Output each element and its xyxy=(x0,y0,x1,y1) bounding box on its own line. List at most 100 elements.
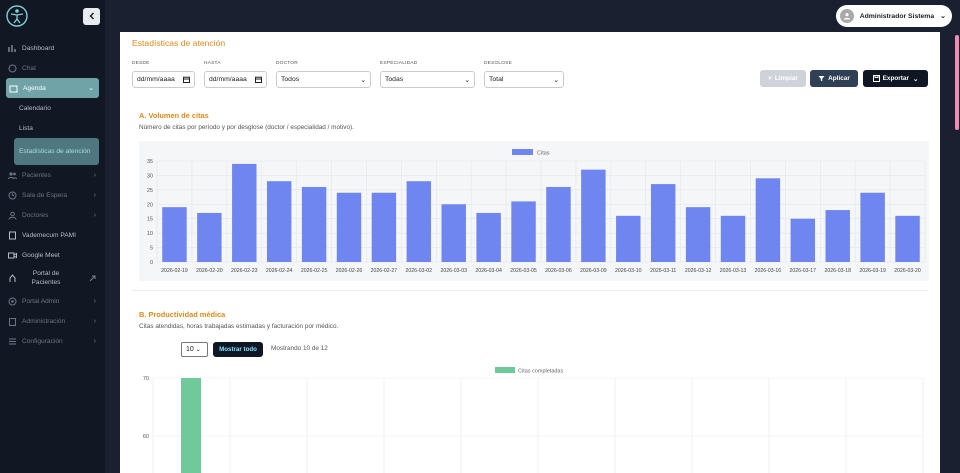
x-tick-label: 2026-03-20 xyxy=(894,268,921,274)
calendar-icon xyxy=(9,85,18,92)
x-tick-label: 2026-03-16 xyxy=(755,268,782,274)
y-tick-label: 5 xyxy=(150,246,153,252)
bar xyxy=(511,201,536,262)
showing-count-text: Mostrando 10 de 12 xyxy=(271,345,328,352)
x-tick-label: 2026-03-18 xyxy=(824,268,851,274)
sidebar-item-label: Portal Admin xyxy=(22,297,60,305)
collapse-sidebar-button[interactable] xyxy=(83,7,100,25)
x-tick-label: 2026-03-03 xyxy=(440,268,467,274)
chevron-down-icon: ⌄ xyxy=(88,85,94,92)
page-size-select[interactable]: 10 ⌄ xyxy=(181,342,208,357)
user-icon xyxy=(843,13,850,20)
doctor-label: DOCTOR xyxy=(276,61,298,66)
x-tick-label: 2026-03-02 xyxy=(406,268,433,274)
desglose-value: Total xyxy=(489,76,504,83)
bar xyxy=(476,212,501,262)
x-tick-label: 2026-02-23 xyxy=(231,268,258,274)
y-tick-label: 70 xyxy=(143,376,149,382)
hasta-placeholder: dd/mm/aaaa xyxy=(209,76,247,83)
admin-icon xyxy=(8,297,17,305)
users-icon xyxy=(8,171,17,179)
show-all-button[interactable]: Mostrar todo xyxy=(213,342,263,357)
sidebar-item-administracion[interactable]: Administración › xyxy=(0,311,105,331)
sidebar-item-doctores[interactable]: Doctores › xyxy=(0,205,105,225)
chevron-down-icon: ⌄ xyxy=(464,76,470,84)
scrollbar-thumb[interactable] xyxy=(955,35,959,130)
hasta-date-input[interactable]: dd/mm/aaaa xyxy=(204,71,267,88)
sidebar-item-label: Pacientes xyxy=(22,171,51,179)
chevron-down-icon: ⌄ xyxy=(195,347,201,353)
chevron-down-icon: ⌄ xyxy=(912,75,919,83)
desde-date-input[interactable]: dd/mm/aaaa xyxy=(132,71,195,88)
sidebar-subitem-calendario[interactable]: Calendario xyxy=(0,98,105,118)
y-tick-label: 25 xyxy=(147,188,153,194)
bar xyxy=(336,192,362,262)
x-tick-label: 2026-02-25 xyxy=(301,268,328,274)
x-tick-label: 2026-03-19 xyxy=(859,268,886,274)
sidebar-item-pacientes[interactable]: Pacientes › xyxy=(0,165,105,185)
x-tick-label: 2026-02-24 xyxy=(266,268,293,274)
sidebar-item-agenda[interactable]: Agenda ⌄ xyxy=(6,78,99,98)
logo-icon xyxy=(6,5,28,27)
sidebar-item-label: Doctores xyxy=(22,211,49,219)
clear-button[interactable]: × Limpiar xyxy=(760,70,806,87)
bar xyxy=(685,207,711,262)
chevron-right-icon: › xyxy=(93,171,96,179)
bar xyxy=(266,181,292,262)
y-tick-label: 30 xyxy=(147,173,153,179)
apply-button[interactable]: Aplicar xyxy=(810,70,858,87)
desde-label: DESDE xyxy=(132,61,150,66)
legend-label: Citas xyxy=(537,151,550,157)
sidebar-item-label: Configuración xyxy=(22,337,63,345)
bar xyxy=(441,204,466,262)
bar xyxy=(406,181,432,262)
y-tick-label: 20 xyxy=(147,202,153,208)
chevron-right-icon: › xyxy=(93,317,96,325)
page-size-value: 10 xyxy=(186,346,194,353)
sidebar-item-dashboard[interactable]: Dashboard xyxy=(0,38,105,58)
user-menu-button[interactable]: Administrador Sistema ⌄ xyxy=(835,5,952,27)
sidebar-item-google-meet[interactable]: Google Meet xyxy=(0,245,105,265)
x-tick-label: 2026-03-09 xyxy=(580,268,607,274)
portal-icon xyxy=(9,273,16,282)
sidebar-subitem-estadisticas[interactable]: Estadísticas de atención xyxy=(14,138,99,165)
x-tick-label: 2026-03-05 xyxy=(510,268,537,274)
y-tick-label: 0 xyxy=(150,260,153,266)
x-tick-label: 2026-03-17 xyxy=(790,268,817,274)
sidebar-header xyxy=(0,0,105,32)
sidebar-item-label: Dashboard xyxy=(22,44,55,52)
top-bar: Administrador Sistema ⌄ xyxy=(105,0,960,32)
dashboard-icon xyxy=(8,44,16,52)
export-button[interactable]: Exportar ⌄ xyxy=(863,70,928,87)
sidebar-item-vademecum[interactable]: Vademecum PAMI xyxy=(0,225,105,245)
main-content: Estadísticas de atención DESDE dd/mm/aaa… xyxy=(120,32,940,473)
hasta-label: HASTA xyxy=(204,61,221,66)
section-b-subtitle: Citas atendidas, horas trabajadas estima… xyxy=(139,323,339,330)
sidebar-item-chat[interactable]: Chat xyxy=(0,58,105,78)
section-a-subtitle: Número de citas por período y por desglo… xyxy=(139,124,354,131)
x-tick-label: 2026-03-06 xyxy=(545,268,572,274)
doctor-select[interactable]: Todos ⌄ xyxy=(276,71,371,88)
apply-label: Aplicar xyxy=(828,75,850,82)
sidebar-item-label: Portal de Pacientes xyxy=(31,270,61,286)
bar xyxy=(790,218,816,262)
sidebar-item-label: Administración xyxy=(22,317,66,325)
chevron-down-icon: ⌄ xyxy=(360,76,366,84)
bar xyxy=(371,192,397,262)
x-tick-label: 2026-02-26 xyxy=(336,268,363,274)
sidebar-item-configuracion[interactable]: Configuración › xyxy=(0,331,105,351)
sidebar-item-portal-admin[interactable]: Portal Admin › xyxy=(0,291,105,311)
desglose-select[interactable]: Total ⌄ xyxy=(484,71,564,88)
especialidad-select[interactable]: Todas ⌄ xyxy=(380,71,475,88)
sidebar-item-portal-pacientes[interactable]: Portal de Pacientes xyxy=(0,265,105,291)
x-tick-label: 2026-03-12 xyxy=(685,268,712,274)
sidebar-subitem-lista[interactable]: Lista xyxy=(0,118,105,138)
export-label: Exportar xyxy=(882,75,909,82)
bar xyxy=(197,212,222,262)
y-tick-label: 60 xyxy=(143,434,149,440)
x-tick-label: 2026-02-19 xyxy=(161,268,188,274)
sidebar-item-sala-espera[interactable]: Sala de Espera › xyxy=(0,185,105,205)
bar xyxy=(650,184,676,262)
sidebar-item-label: Agenda xyxy=(23,84,46,92)
video-icon xyxy=(8,252,17,258)
